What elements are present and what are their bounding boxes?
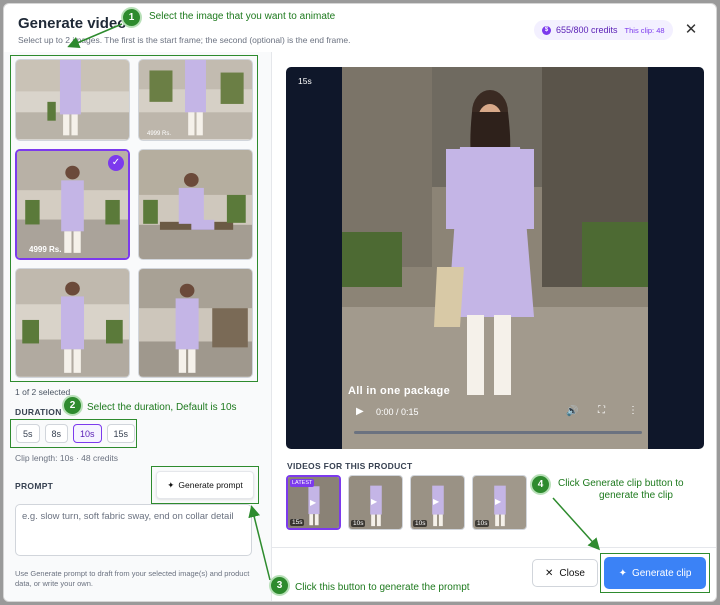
- latest-tag: LATEST: [290, 479, 315, 487]
- generate-clip-button[interactable]: ✦ Generate clip: [604, 557, 706, 589]
- fullscreen-icon[interactable]: ⛶: [598, 405, 605, 416]
- video-duration-tag: 10s: [413, 520, 428, 527]
- volume-icon[interactable]: 🔊: [566, 406, 578, 417]
- annotation-text-4b: generate the clip: [599, 490, 673, 501]
- dialog-title: Generate video: [18, 15, 127, 32]
- play-icon: ▶: [495, 497, 502, 506]
- generate-prompt-label: Generate prompt: [178, 480, 243, 490]
- duration-15s[interactable]: 15s: [106, 424, 136, 443]
- product-video-list: LATEST ▶ 15s ▶ 10s ▶ 10s ▶ 10s: [286, 475, 527, 530]
- generate-prompt-highlight: ✦ Generate prompt: [151, 466, 259, 504]
- video-duration-tag: 10s: [351, 520, 366, 527]
- prompt-help-text: Use Generate prompt to draft from your s…: [15, 569, 250, 589]
- dialog-subtitle: Select up to 2 images. The first is the …: [18, 35, 351, 45]
- duration-10s[interactable]: 10s: [73, 424, 102, 443]
- play-icon[interactable]: ▶: [356, 406, 364, 417]
- product-video-2[interactable]: ▶ 10s: [348, 475, 403, 530]
- close-button[interactable]: ✕ Close: [532, 559, 598, 587]
- prompt-label: PROMPT: [15, 481, 54, 491]
- image-price-label: 4999 Rs.: [29, 245, 62, 255]
- play-icon: ▶: [433, 497, 440, 506]
- annotation-text-1: Select the image that you want to animat…: [149, 11, 336, 22]
- annotation-text-4a: Click Generate clip button to: [558, 478, 684, 489]
- duration-5s[interactable]: 5s: [16, 424, 40, 443]
- duration-options: 5s 8s 10s 15s: [10, 419, 137, 448]
- video-time: 0:00 / 0:15: [376, 407, 419, 417]
- annotation-step-2: 2: [62, 395, 83, 416]
- image-thumb-2[interactable]: 4999 Rs.: [138, 59, 253, 141]
- close-button-label: Close: [559, 567, 585, 579]
- annotation-step-1: 1: [121, 7, 142, 28]
- product-video-3[interactable]: ▶ 10s: [410, 475, 465, 530]
- image-thumb-6[interactable]: [138, 268, 253, 378]
- video-player[interactable]: 15s All in one package ▶ 0:00 / 0:15 🔊 ⛶…: [286, 67, 704, 449]
- clip-cost: This clip: 48: [624, 25, 665, 35]
- selection-count: 1 of 2 selected: [15, 387, 71, 397]
- image-thumb-3[interactable]: ✓ 4999 Rs.: [15, 148, 130, 261]
- image-thumb-4[interactable]: [138, 148, 253, 261]
- annotation-text-3: Click this button to generate the prompt: [295, 582, 470, 593]
- video-overlay-text: All in one package: [348, 385, 450, 397]
- generate-prompt-button[interactable]: ✦ Generate prompt: [156, 471, 254, 499]
- close-icon: ✕: [545, 567, 554, 579]
- play-icon: ▶: [371, 497, 378, 506]
- annotation-step-3: 3: [269, 575, 290, 596]
- annotation-text-2: Select the duration, Default is 10s: [87, 402, 237, 413]
- credit-coin-icon: $: [542, 25, 551, 35]
- clip-length-info: Clip length: 10s · 48 credits: [15, 453, 118, 463]
- credits-badge: $ 655/800 credits This clip: 48: [534, 20, 673, 40]
- selected-check-icon: ✓: [108, 154, 124, 171]
- video-duration-badge: 15s: [298, 76, 312, 86]
- more-options-icon[interactable]: ⋮: [628, 405, 638, 416]
- product-videos-label: VIDEOS FOR THIS PRODUCT: [287, 461, 413, 471]
- generate-video-dialog: Generate video Select up to 2 images. Th…: [3, 3, 717, 602]
- image-price-label: 4999 Rs.: [147, 130, 172, 137]
- image-grid: 4999 Rs. ✓ 4999 Rs.: [10, 55, 258, 382]
- credits-remaining: 655/800 credits: [556, 25, 618, 35]
- video-duration-tag: 15s: [290, 519, 305, 526]
- close-icon[interactable]: ✕: [682, 20, 700, 38]
- product-video-1[interactable]: LATEST ▶ 15s: [286, 475, 341, 530]
- duration-8s[interactable]: 8s: [44, 424, 69, 443]
- left-panel: 4999 Rs. ✓ 4999 Rs. 1 of 2 selected DURA…: [4, 52, 272, 601]
- duration-label: DURATION: [15, 407, 62, 417]
- video-duration-tag: 10s: [475, 520, 490, 527]
- sparkle-icon: ✦: [167, 479, 175, 490]
- footer-divider: [272, 547, 716, 548]
- prompt-input[interactable]: [15, 504, 252, 556]
- generate-clip-highlight: ✦ Generate clip: [600, 553, 710, 593]
- annotation-step-4: 4: [530, 474, 551, 495]
- image-thumb-1[interactable]: [15, 59, 130, 141]
- play-icon: ▶: [310, 498, 317, 507]
- image-thumb-5[interactable]: [15, 268, 130, 378]
- sparkle-icon: ✦: [618, 567, 627, 579]
- generate-clip-label: Generate clip: [631, 567, 692, 579]
- video-progress-bar[interactable]: [354, 431, 642, 434]
- product-video-4[interactable]: ▶ 10s: [472, 475, 527, 530]
- video-controls: ▶ 0:00 / 0:15 🔊 ⛶ ⋮: [348, 403, 648, 441]
